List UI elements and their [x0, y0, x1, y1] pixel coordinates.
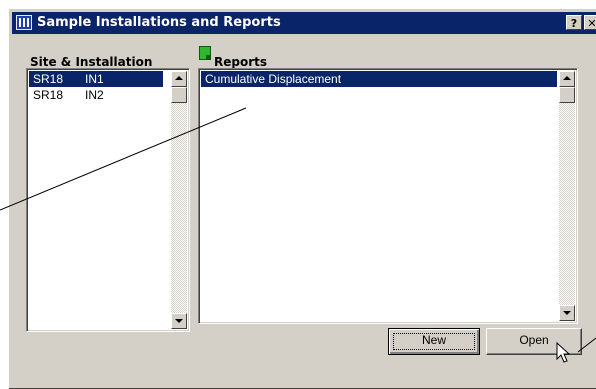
scroll-up-button[interactable]	[171, 71, 187, 87]
reports-list-scrollbar[interactable]	[559, 71, 575, 321]
list-item[interactable]: SR18 IN1	[29, 71, 163, 87]
new-button[interactable]: New	[388, 328, 480, 355]
site-list-scrollbar[interactable]	[171, 71, 187, 329]
site-cell: SR18	[33, 88, 64, 102]
focus-ring	[393, 333, 475, 350]
site-installation-label: Site & Installation	[30, 55, 153, 69]
scroll-up-button[interactable]	[559, 71, 575, 87]
help-button[interactable]: ?	[566, 15, 582, 30]
scroll-down-button[interactable]	[559, 305, 575, 321]
installation-cell: IN1	[85, 72, 104, 86]
arrow-down-icon	[175, 319, 183, 323]
arrow-up-icon	[563, 76, 571, 80]
installation-cell: IN2	[85, 88, 104, 102]
site-installation-list[interactable]: SR18 IN1 SR18 IN2	[26, 68, 190, 332]
window-title: Sample Installations and Reports	[37, 15, 281, 30]
list-item[interactable]: SR18 IN2	[29, 87, 163, 103]
open-button-label: Open	[519, 333, 549, 347]
arrow-down-icon	[563, 311, 571, 315]
site-cell: SR18	[33, 72, 64, 86]
scroll-thumb[interactable]	[171, 87, 187, 103]
arrow-up-icon	[175, 76, 183, 80]
app-icon	[16, 15, 32, 30]
report-icon	[199, 46, 211, 60]
close-button[interactable]: ✕	[584, 15, 596, 30]
mouse-pointer-icon	[556, 342, 570, 363]
reports-label: Reports	[214, 55, 268, 69]
list-item[interactable]: Cumulative Displacement	[201, 71, 557, 87]
scroll-thumb[interactable]	[559, 87, 575, 103]
scroll-down-button[interactable]	[171, 313, 187, 329]
reports-list[interactable]: Cumulative Displacement	[198, 68, 578, 324]
title-bar[interactable]: Sample Installations and Reports ? ✕	[12, 12, 596, 34]
report-name: Cumulative Displacement	[205, 72, 342, 86]
